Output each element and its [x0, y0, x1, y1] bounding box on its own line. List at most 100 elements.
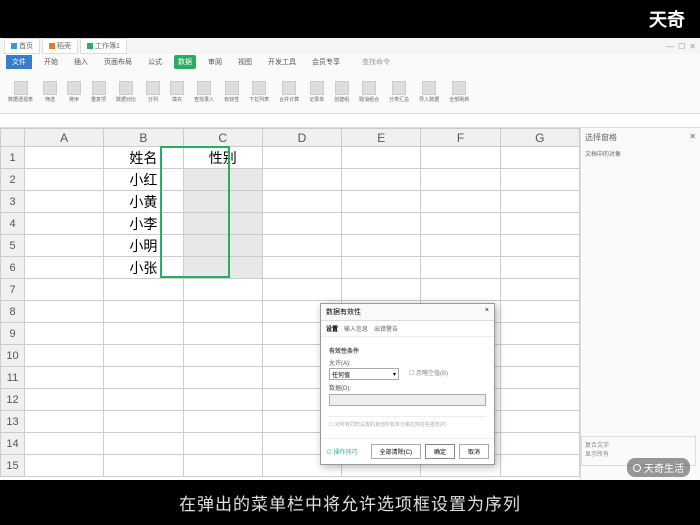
col-header-F[interactable]: F [421, 129, 500, 147]
cell-A2[interactable] [25, 169, 104, 191]
cell-A1[interactable] [25, 147, 104, 169]
cell-C3[interactable] [183, 191, 262, 213]
cell-G5[interactable] [500, 235, 579, 257]
clear-button[interactable]: 全部清除(C) [371, 444, 421, 459]
ribbon-tab-data[interactable]: 数据 [174, 55, 196, 69]
cell-B3[interactable]: 小黄 [104, 191, 183, 213]
search-hint[interactable]: 查找命令 [362, 57, 390, 67]
row-header-14[interactable]: 14 [1, 433, 25, 455]
cell-A13[interactable] [25, 411, 104, 433]
cell-F3[interactable] [421, 191, 500, 213]
tool-分类汇总[interactable]: 分类汇总 [387, 81, 411, 103]
cell-G11[interactable] [500, 367, 579, 389]
cell-B15[interactable] [104, 455, 183, 477]
cell-E6[interactable] [342, 257, 421, 279]
row-header-10[interactable]: 10 [1, 345, 25, 367]
ok-button[interactable]: 确定 [425, 444, 455, 459]
row-header-7[interactable]: 7 [1, 279, 25, 301]
dialog-tab-input[interactable]: 输入信息 [344, 324, 368, 333]
dialog-tab-error[interactable]: 出错警告 [374, 324, 398, 333]
tool-下拉列表[interactable]: 下拉列表 [247, 81, 271, 103]
row-header-13[interactable]: 13 [1, 411, 25, 433]
cell-C2[interactable] [183, 169, 262, 191]
cell-B6[interactable]: 小张 [104, 257, 183, 279]
cell-D6[interactable] [262, 257, 341, 279]
cell-A6[interactable] [25, 257, 104, 279]
cell-E5[interactable] [342, 235, 421, 257]
cell-D5[interactable] [262, 235, 341, 257]
cell-A9[interactable] [25, 323, 104, 345]
cell-A7[interactable] [25, 279, 104, 301]
cell-G14[interactable] [500, 433, 579, 455]
ribbon-tab-vip[interactable]: 会员专享 [308, 55, 344, 69]
row-header-8[interactable]: 8 [1, 301, 25, 323]
tool-全部刷新[interactable]: 全部刷新 [447, 81, 471, 103]
cell-C7[interactable] [183, 279, 262, 301]
col-header-C[interactable]: C [183, 129, 262, 147]
cell-G7[interactable] [500, 279, 579, 301]
row-header-11[interactable]: 11 [1, 367, 25, 389]
cell-G15[interactable] [500, 455, 579, 477]
cell-C10[interactable] [183, 345, 262, 367]
cancel-button[interactable]: 取消 [459, 444, 489, 459]
cell-B12[interactable] [104, 389, 183, 411]
ribbon-tab-start[interactable]: 开始 [40, 55, 62, 69]
row-header-5[interactable]: 5 [1, 235, 25, 257]
cell-A10[interactable] [25, 345, 104, 367]
panel-close-icon[interactable]: ✕ [689, 132, 696, 143]
formula-bar[interactable] [0, 114, 700, 128]
ribbon-tab-formula[interactable]: 公式 [144, 55, 166, 69]
cell-C4[interactable] [183, 213, 262, 235]
cell-A4[interactable] [25, 213, 104, 235]
cell-B7[interactable] [104, 279, 183, 301]
cell-B5[interactable]: 小明 [104, 235, 183, 257]
tool-数据透视表[interactable]: 数据透视表 [6, 81, 35, 103]
cell-F7[interactable] [421, 279, 500, 301]
cell-F5[interactable] [421, 235, 500, 257]
cell-C8[interactable] [183, 301, 262, 323]
col-header-D[interactable]: D [262, 129, 341, 147]
tool-数据对比[interactable]: 数据对比 [114, 81, 138, 103]
tab-workbook[interactable]: 工作簿1 [80, 38, 127, 54]
cell-G3[interactable] [500, 191, 579, 213]
cell-F1[interactable] [421, 147, 500, 169]
tool-筛选[interactable]: 筛选 [41, 81, 59, 103]
tool-取消组合[interactable]: 取消组合 [357, 81, 381, 103]
cell-C11[interactable] [183, 367, 262, 389]
cell-C5[interactable] [183, 235, 262, 257]
cell-D2[interactable] [262, 169, 341, 191]
dialog-close-button[interactable]: × [485, 307, 489, 317]
tool-分列[interactable]: 分列 [144, 81, 162, 103]
cell-C13[interactable] [183, 411, 262, 433]
cell-D4[interactable] [262, 213, 341, 235]
cell-B13[interactable] [104, 411, 183, 433]
tool-记录单[interactable]: 记录单 [307, 81, 326, 103]
cell-G9[interactable] [500, 323, 579, 345]
ribbon-tab-dev[interactable]: 开发工具 [264, 55, 300, 69]
file-menu[interactable]: 文件 [6, 55, 32, 69]
col-header-G[interactable]: G [500, 129, 579, 147]
tool-排序[interactable]: 排序 [65, 81, 83, 103]
cell-B11[interactable] [104, 367, 183, 389]
cell-E4[interactable] [342, 213, 421, 235]
cell-F2[interactable] [421, 169, 500, 191]
cell-G4[interactable] [500, 213, 579, 235]
cell-G8[interactable] [500, 301, 579, 323]
cell-F4[interactable] [421, 213, 500, 235]
data-input[interactable] [329, 394, 486, 406]
cell-C1[interactable]: 性别 [183, 147, 262, 169]
row-header-15[interactable]: 15 [1, 455, 25, 477]
close-button[interactable]: ✕ [689, 42, 696, 51]
ribbon-tab-insert[interactable]: 插入 [70, 55, 92, 69]
cell-A15[interactable] [25, 455, 104, 477]
minimize-button[interactable]: — [666, 42, 674, 51]
ribbon-tab-layout[interactable]: 页面布局 [100, 55, 136, 69]
row-header-9[interactable]: 9 [1, 323, 25, 345]
cell-D7[interactable] [262, 279, 341, 301]
tool-填充[interactable]: 填充 [168, 81, 186, 103]
cell-C12[interactable] [183, 389, 262, 411]
ignore-blank-checkbox[interactable]: ☐ 忽略空值(B) [409, 368, 448, 377]
cell-C6[interactable] [183, 257, 262, 279]
row-header-12[interactable]: 12 [1, 389, 25, 411]
cell-E2[interactable] [342, 169, 421, 191]
